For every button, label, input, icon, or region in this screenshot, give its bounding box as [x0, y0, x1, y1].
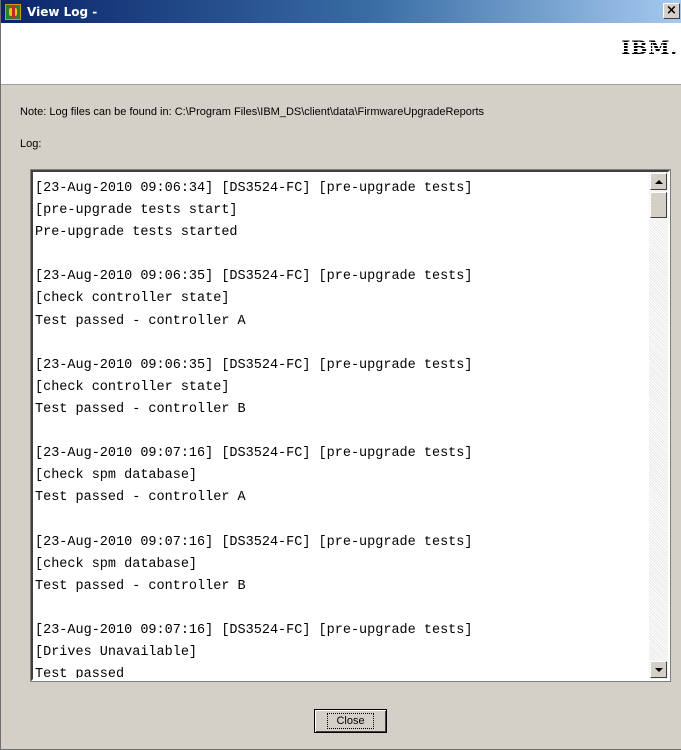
log-line: [23-Aug-2010 09:06:35] [DS3524-FC] [pre-… [35, 357, 473, 373]
log-line: [23-Aug-2010 09:06:35] [DS3524-FC] [pre-… [35, 269, 473, 285]
log-line: Test passed - controller B [35, 578, 246, 594]
log-line: [23-Aug-2010 09:07:16] [DS3524-FC] [pre-… [35, 622, 473, 638]
scroll-down-arrow-icon [654, 667, 663, 672]
banner: IBM. [1, 23, 681, 85]
scroll-up-arrow-icon [654, 179, 663, 184]
log-blank-line [35, 244, 647, 266]
log-blank-line [35, 421, 647, 443]
log-line: Test passed [35, 667, 125, 678]
log-line: [23-Aug-2010 09:07:16] [DS3524-FC] [pre-… [35, 534, 473, 550]
log-line: [23-Aug-2010 09:06:34] [DS3524-FC] [pre-… [35, 181, 473, 196]
log-line: [check controller state] [35, 379, 230, 395]
log-line: [check spm database] [35, 556, 198, 572]
log-line: [pre-upgrade tests start] [35, 203, 238, 219]
log-line: Test passed - controller A [35, 490, 246, 506]
close-button-label: Close [327, 713, 374, 729]
log-label: Log: [20, 138, 42, 150]
log-blank-line [35, 333, 647, 355]
log-content[interactable]: [23-Aug-2010 09:06:34] [DS3524-FC] [pre-… [35, 178, 647, 678]
log-line: [check controller state] [35, 291, 230, 307]
log-line: [Drives Unavailable] [35, 644, 198, 660]
log-line: Test passed - controller A [35, 313, 246, 329]
vertical-scrollbar[interactable] [649, 172, 668, 679]
log-textarea[interactable]: [23-Aug-2010 09:06:34] [DS3524-FC] [pre-… [30, 169, 671, 682]
ibm-logo: IBM. [621, 37, 678, 59]
log-location-note: Note: Log files can be found in: C:\Prog… [20, 106, 485, 118]
scroll-down-button[interactable] [650, 661, 667, 678]
window-title: View Log - [27, 4, 98, 19]
title-bar[interactable]: View Log - × [1, 0, 681, 23]
log-line: Test passed - controller B [35, 401, 246, 417]
app-icon [5, 3, 21, 20]
view-log-window: View Log - × IBM. Note: Log files can be… [0, 0, 681, 750]
scrollbar-thumb[interactable] [650, 192, 667, 218]
close-button[interactable]: Close [314, 709, 387, 733]
log-blank-line [35, 509, 647, 531]
log-line: [check spm database] [35, 468, 198, 484]
log-line: Pre-upgrade tests started [35, 225, 238, 241]
log-line: [23-Aug-2010 09:07:16] [DS3524-FC] [pre-… [35, 446, 473, 462]
window-close-button[interactable]: × [663, 3, 680, 19]
log-blank-line [35, 598, 647, 620]
scroll-up-button[interactable] [650, 173, 667, 190]
